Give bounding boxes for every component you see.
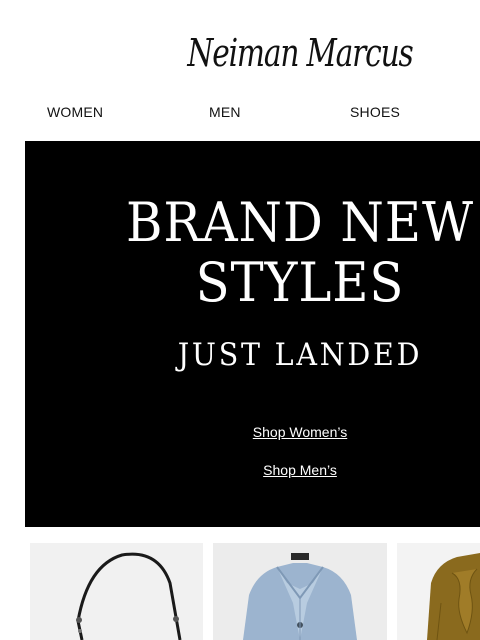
shop-women-link[interactable]: Shop Women’s bbox=[25, 424, 480, 440]
shoulder-bag-image bbox=[76, 552, 182, 640]
nav-item-men[interactable]: MEN bbox=[209, 104, 241, 120]
product-tile-bag[interactable] bbox=[30, 543, 203, 640]
brand-logo[interactable]: Neiman Marcus bbox=[66, 22, 480, 84]
nav-item-shoes[interactable]: SHOES bbox=[350, 104, 400, 120]
hero-headline-line1: BRAND NEW bbox=[126, 191, 474, 254]
product-tile-blouse[interactable] bbox=[397, 543, 480, 640]
hero-banner[interactable]: BRAND NEW STYLES JUST LANDED Shop Women’… bbox=[25, 141, 480, 527]
product-tile-jacket[interactable] bbox=[213, 543, 387, 640]
blue-jacket-image bbox=[243, 553, 357, 640]
main-nav: WOMEN MEN SHOES bbox=[0, 104, 480, 124]
hero-headline-line2: STYLES bbox=[195, 251, 405, 314]
shop-men-link[interactable]: Shop Men’s bbox=[25, 462, 480, 478]
nav-item-women[interactable]: WOMEN bbox=[47, 104, 103, 120]
olive-blouse-image bbox=[427, 553, 480, 640]
hero-subheadline: JUST LANDED bbox=[177, 337, 423, 373]
